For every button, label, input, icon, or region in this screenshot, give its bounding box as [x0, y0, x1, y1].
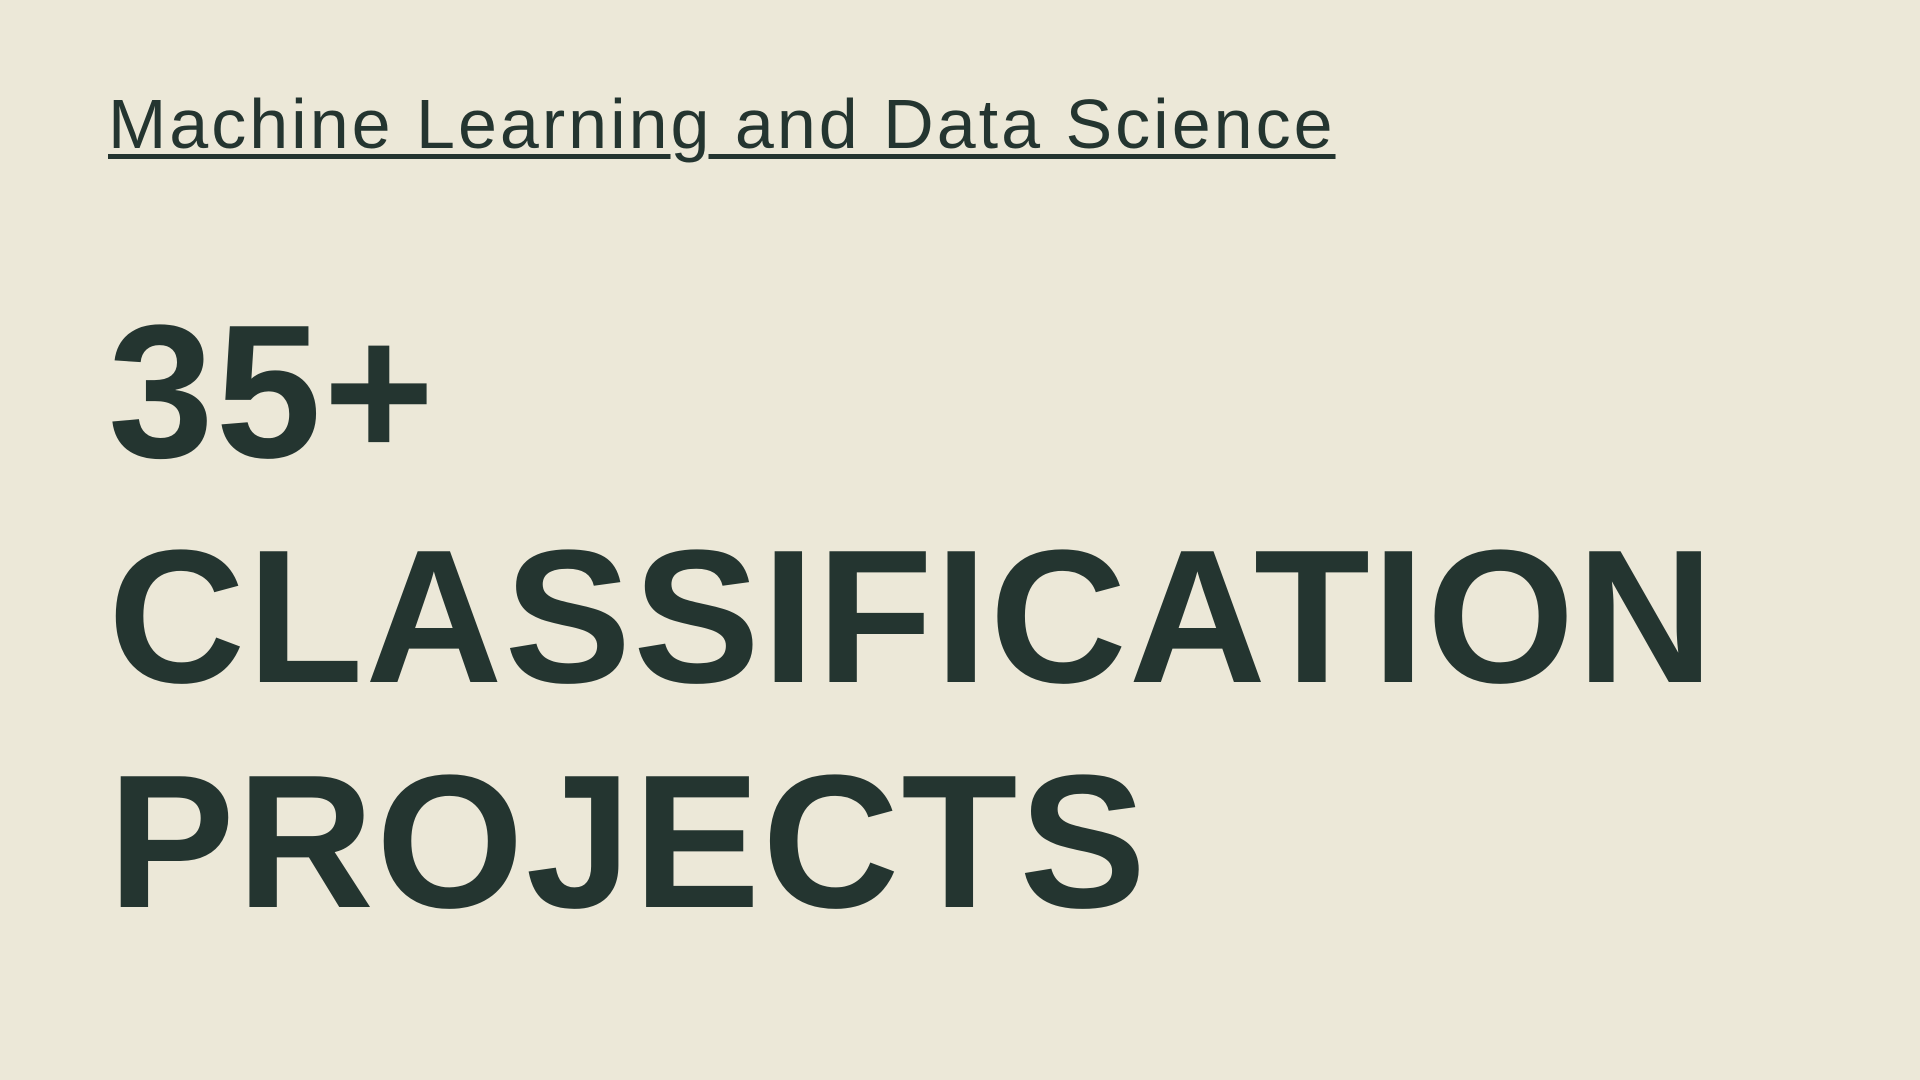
slide: Machine Learning and Data Science 35+ CL…	[0, 0, 1920, 1080]
headline: 35+ CLASSIFICATION PROJECTS	[108, 280, 1716, 955]
headline-line-classification: CLASSIFICATION	[108, 511, 1716, 723]
headline-line-count: 35+	[108, 286, 437, 498]
headline-line-projects: PROJECTS	[108, 736, 1149, 948]
subtitle: Machine Learning and Data Science	[108, 85, 1336, 163]
